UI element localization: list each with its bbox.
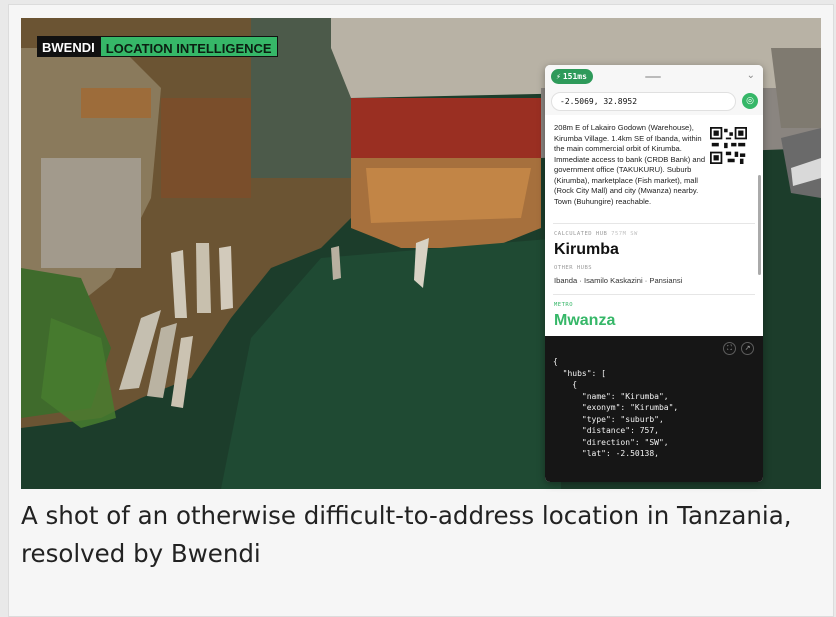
panel-header: ⚡ 151ms ⌄ — [545, 65, 763, 89]
target-icon: ◎ — [746, 96, 754, 106]
brand-tagline: LOCATION INTELLIGENCE — [99, 36, 278, 57]
locate-button[interactable]: ◎ — [742, 93, 758, 109]
image-caption: A shot of an otherwise difficult-to-addr… — [21, 501, 792, 568]
json-preview: ⛶ ↗ { "hubs": [ { "name": "Kirumba", "ex… — [545, 336, 763, 482]
hub-name: Kirumba — [554, 241, 619, 258]
description-block: 208m E of Lakairo Godown (Warehouse), Ki… — [545, 115, 763, 275]
drag-handle[interactable] — [645, 76, 661, 78]
calculated-hub-distance: 757M SW — [611, 231, 638, 237]
json-text: { "hubs": [ { "name": "Kirumba", "exonym… — [553, 357, 679, 458]
lightning-icon: ⚡ — [556, 72, 561, 81]
qr-code-icon[interactable] — [710, 127, 747, 164]
speed-badge: ⚡ 151ms — [551, 69, 593, 84]
brand-logo: BWENDI LOCATION INTELLIGENCE — [37, 36, 278, 57]
panel-scrollbar[interactable] — [758, 175, 761, 275]
coordinate-row: ◎ — [545, 89, 763, 115]
open-external-icon[interactable]: ↗ — [741, 342, 754, 355]
brand-name: BWENDI — [37, 36, 100, 57]
chevron-down-icon[interactable]: ⌄ — [747, 70, 755, 81]
location-description: 208m E of Lakairo Godown (Warehouse), Ki… — [554, 123, 706, 206]
location-panel: ⚡ 151ms ⌄ ◎ 208m E of Lakairo Godown (Wa… — [545, 65, 763, 482]
expand-icon[interactable]: ⛶ — [723, 342, 736, 355]
other-hubs-list: Ibanda · Isamilo Kaskazini · Pansiansi — [554, 276, 683, 285]
metro-name: Mwanza — [554, 312, 616, 329]
coordinate-input[interactable] — [551, 92, 736, 111]
speed-value: 151ms — [562, 72, 587, 81]
